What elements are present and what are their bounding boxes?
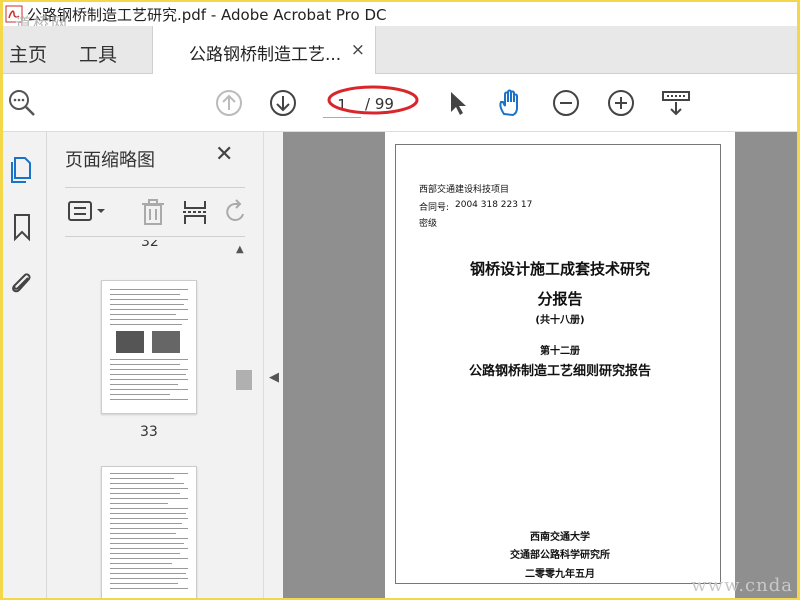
doc-contract-label: 合同号: [419, 203, 450, 213]
page-number-label: 33 [140, 424, 158, 440]
rotate-page-icon[interactable] [221, 198, 249, 226]
page-down-icon[interactable] [268, 88, 298, 118]
thumbnail-list: 32 33 [47, 240, 263, 598]
red-annotation-ellipse [327, 85, 419, 115]
page-thumbnail-33[interactable] [101, 280, 197, 414]
thumbnail-scrollbar[interactable]: ▲ [233, 242, 253, 598]
page-number-label: 32 [141, 240, 159, 250]
page-thumbnails-icon[interactable] [9, 154, 35, 184]
doc-volume-count: (共十八册) [535, 315, 585, 326]
doc-organization-1: 西南交通大学 [530, 532, 590, 543]
toolbar: / 99 [3, 74, 797, 132]
doc-volume-number: 第十二册 [540, 346, 580, 357]
page-thumbnail-34[interactable] [101, 466, 197, 598]
doc-secret-level: 密级 [419, 219, 438, 229]
window-title: 公路钢桥制造工艺研究.pdf - Adobe Acrobat Pro DC [27, 5, 387, 24]
collapse-arrow-icon[interactable]: ◀ [269, 370, 279, 385]
doc-date: 二零零九年五月 [525, 569, 595, 580]
tab-tools[interactable]: 工具 [79, 40, 117, 67]
scrollbar-thumb[interactable] [236, 370, 252, 390]
doc-contract-number: 2004 318 223 17 [455, 200, 533, 210]
insert-page-icon[interactable] [181, 198, 209, 226]
panel-close-button[interactable]: ✕ [215, 142, 233, 167]
hand-tool-icon[interactable] [495, 88, 525, 118]
document-page: 西部交通建设科技项目 合同号: 2004 318 223 17 密级 钢桥设计施… [385, 132, 735, 598]
scroll-up-arrow-icon[interactable]: ▲ [236, 244, 244, 255]
thumbnail-photo [152, 331, 180, 353]
doc-sub-title: 分报告 [537, 290, 583, 308]
zoom-in-icon[interactable] [606, 88, 636, 118]
read-mode-icon[interactable] [661, 88, 691, 118]
attachment-icon[interactable] [9, 268, 35, 298]
tab-bar: 主页 工具 公路钢桥制造工艺... × [3, 26, 797, 74]
title-bar: 公路钢桥制造工艺研究.pdf - Adobe Acrobat Pro DC 道桥… [3, 2, 797, 33]
panel-collapse-handle[interactable]: ◀ [263, 132, 283, 598]
document-tab-label: 公路钢桥制造工艺... [189, 45, 342, 65]
doc-header-project: 西部交通建设科技项目 [419, 185, 510, 195]
doc-report-title: 公路钢桥制造工艺细则研究报告 [468, 364, 651, 379]
page-up-icon[interactable] [214, 88, 244, 118]
bookmark-icon[interactable] [9, 212, 35, 242]
doc-organization-2: 交通部公路科学研究所 [510, 550, 610, 561]
watermark-bottom: www.cnda [691, 575, 793, 596]
thumbnail-photo [116, 331, 144, 353]
search-icon[interactable] [7, 88, 37, 118]
delete-page-icon[interactable] [139, 198, 167, 226]
close-tab-button[interactable]: × [351, 40, 365, 60]
document-viewport[interactable]: 西部交通建设科技项目 合同号: 2004 318 223 17 密级 钢桥设计施… [283, 132, 797, 598]
thumbnail-toolbar [65, 187, 245, 237]
tab-document[interactable]: 公路钢桥制造工艺... × [152, 26, 376, 74]
select-arrow-icon[interactable] [443, 88, 473, 118]
zoom-out-icon[interactable] [551, 88, 581, 118]
navigation-rail [3, 132, 47, 598]
thumbnails-panel: 页面缩略图 ✕ 32 33 ▲ [47, 132, 263, 598]
panel-title: 页面缩略图 [65, 150, 155, 171]
acrobat-window: 公路钢桥制造工艺研究.pdf - Adobe Acrobat Pro DC 道桥… [3, 2, 797, 598]
tab-home[interactable]: 主页 [9, 40, 47, 67]
thumbnail-options-icon[interactable] [67, 198, 111, 226]
doc-main-title: 钢桥设计施工成套技术研究 [469, 260, 650, 278]
